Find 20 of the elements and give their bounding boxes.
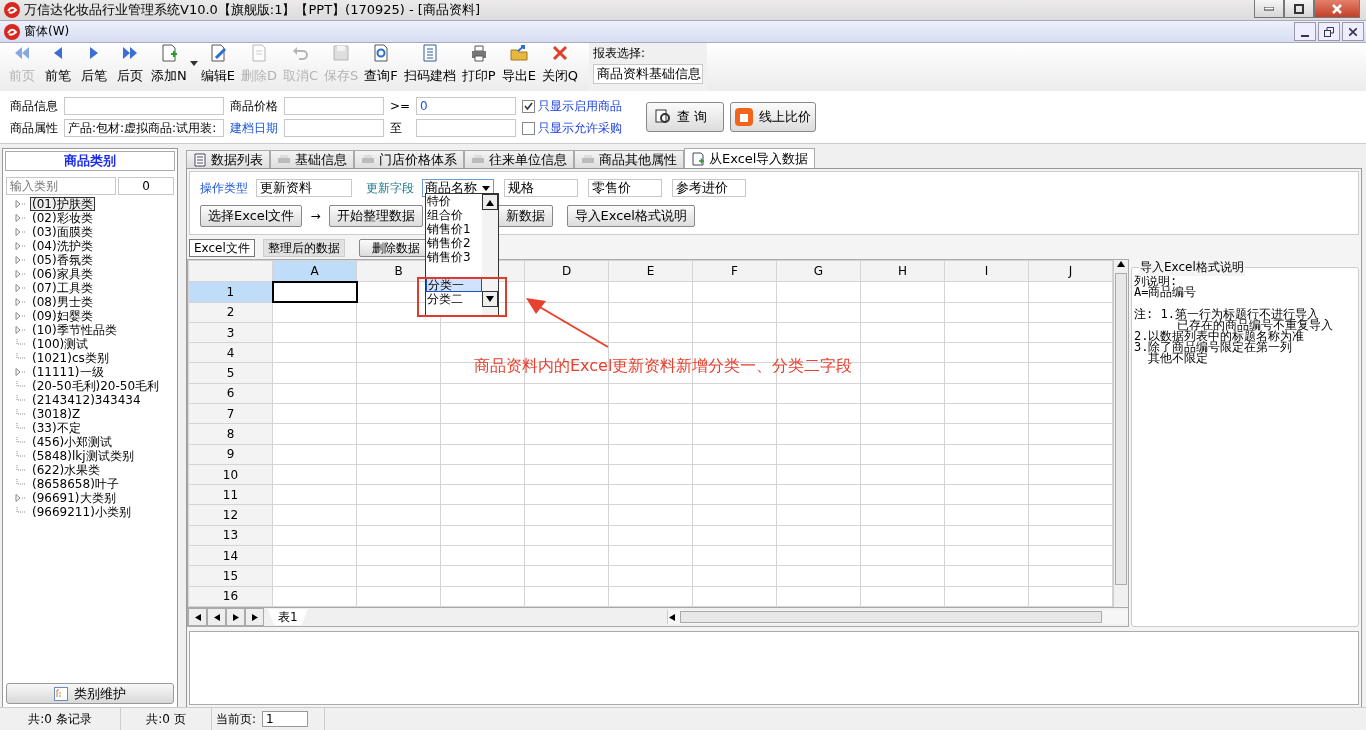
count-field: 0: [118, 177, 174, 195]
operator-label: >=: [390, 99, 411, 113]
current-page-label: 当前页:: [216, 710, 257, 728]
record-count: 共:0 条记录: [0, 708, 121, 730]
field-label: 操作类型: [200, 179, 248, 197]
field-label: 更新字段: [366, 179, 414, 197]
field-label: 商品信息: [10, 97, 58, 115]
window-title: 万信达化妆品行业管理系统V10.0【旗舰版:1】【PPT】(170925) - [商品资料]: [24, 1, 480, 19]
annotation-text: 商品资料内的Excel更新资料新增分类一、分类二字段: [474, 356, 853, 377]
help-text: 列说明: A=商品编号: [1134, 276, 1198, 298]
range-label: 至: [390, 119, 403, 137]
field-label: 商品属性: [10, 119, 58, 137]
help-text: 注: 1.第一行为标题行不进行导入 已存在的商品编号不重复导入 2.以数据列表中的标题名称为准 3.除了商品编号限定在第一列 其他不限定: [1134, 309, 1335, 364]
report-label: 报表选择:: [593, 45, 647, 62]
panel-title: 商品类别: [5, 151, 175, 171]
group-title: 导入Excel格式说明: [1139, 259, 1245, 276]
field-label: 商品价格: [230, 97, 278, 115]
arrow-label: →: [310, 209, 321, 223]
field-label: 建档日期: [230, 119, 278, 137]
page-count: 共:0 页: [121, 708, 212, 730]
